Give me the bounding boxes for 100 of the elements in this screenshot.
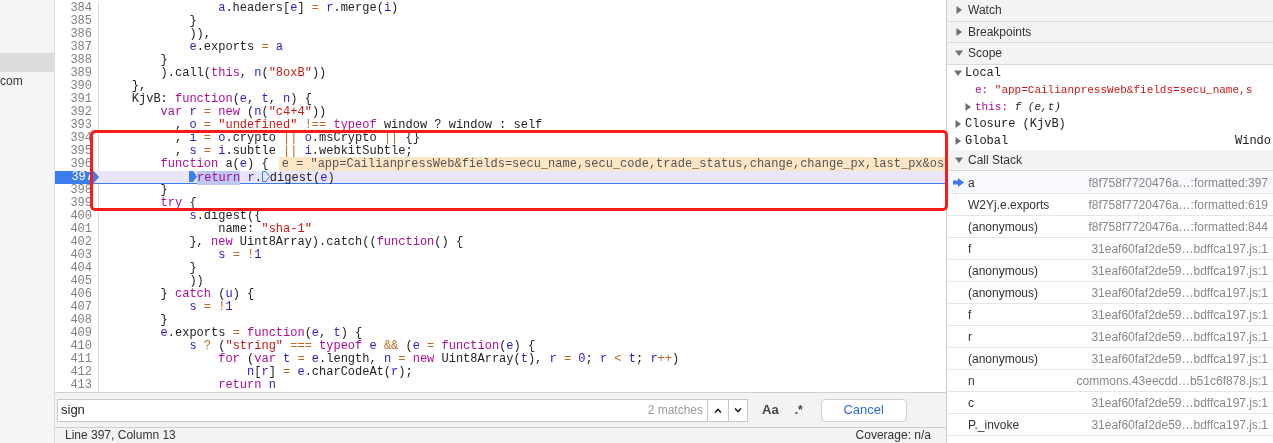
code-token: =: [283, 365, 292, 379]
call-stack-frame[interactable]: (anonymous) f8f758f7720476a…:formatted:844: [947, 216, 1273, 238]
search-field[interactable]: sign 2 matches: [57, 398, 708, 422]
scope-label[interactable]: Local: [965, 64, 1001, 82]
regex-button[interactable]: .*: [794, 401, 803, 419]
code-token: a: [217, 1, 226, 15]
call-stack-frame[interactable]: P._invoke 31eaf60faf2de59…bdffca197.js:1: [947, 414, 1273, 436]
code-token: },: [130, 79, 147, 93]
line-number: 391: [55, 93, 99, 106]
collapsed-triangle-icon[interactable]: [954, 137, 962, 145]
cancel-button[interactable]: Cancel: [820, 398, 907, 422]
frame-location: 31eaf60faf2de59…bdffca197.js:1: [1091, 328, 1268, 346]
call-stack-frame[interactable]: a f8f758f7720476a…:formatted:397: [947, 172, 1273, 194]
match-case-button[interactable]: Aa: [762, 400, 779, 420]
code-token: }: [159, 183, 168, 197]
code-token: this: [211, 66, 240, 80]
code-token: )),: [188, 27, 212, 41]
code-token: function: [159, 157, 220, 171]
section-header[interactable]: Watch: [947, 0, 1273, 22]
code-token: ||: [283, 144, 299, 158]
code-token: )): [311, 66, 327, 80]
code-token: )): [311, 105, 327, 119]
next-match-button[interactable]: [728, 398, 748, 422]
code-token: .exports: [167, 326, 227, 340]
code-token: );: [398, 365, 413, 379]
frame-location: f8f758f7720476a…:formatted:619: [1088, 196, 1268, 214]
section-title: Watch: [968, 2, 1002, 20]
code-token: =: [427, 339, 436, 353]
code-token: ,: [247, 92, 256, 106]
breakpoint-marker-icon[interactable]: [261, 171, 270, 182]
call-stack-frame[interactable]: r 31eaf60faf2de59…bdffca197.js:1: [947, 326, 1273, 348]
call-stack-frame[interactable]: f 31eaf60faf2de59…bdffca197.js:1: [947, 238, 1273, 260]
code-token: function: [175, 92, 233, 106]
code-token: .headers[: [225, 1, 291, 15]
code-token: .length,: [319, 352, 378, 366]
code-token: 0: [578, 352, 586, 366]
scope-variable[interactable]: this: f (e,t): [975, 98, 1061, 116]
code-token: 1: [254, 248, 262, 262]
previous-match-button[interactable]: [708, 398, 728, 422]
search-input[interactable]: sign: [61, 400, 648, 420]
code-token: "8oxB": [268, 66, 312, 80]
code-token: = !: [232, 248, 255, 262]
call-stack-frame[interactable]: (anonymous) 31eaf60faf2de59…bdffca197.js:1: [947, 260, 1273, 282]
scope-label[interactable]: Closure (KjvB): [965, 115, 1066, 133]
collapsed-triangle-icon[interactable]: [955, 27, 963, 36]
call-stack-frame[interactable]: (anonymous) 31eaf60faf2de59…bdffca197.js:1: [947, 348, 1273, 370]
code-token: typeof: [319, 339, 364, 353]
call-stack-frame[interactable]: n commons.43eecdd…b51c6f878.js:1: [947, 370, 1273, 392]
scope-variable[interactable]: e: "app=CailianpressWeb&fields=secu_name,s: [975, 81, 1253, 99]
call-stack-frame[interactable]: (anonymous) 31eaf60faf2de59…bdffca197.js:1: [947, 282, 1273, 304]
code-token: digest(: [269, 171, 321, 185]
section-header[interactable]: Call Stack: [947, 149, 1273, 171]
line-number: 393: [55, 119, 99, 132]
code-token: 1: [225, 300, 233, 314]
section-header[interactable]: Scope: [947, 43, 1273, 65]
frame-location: f8f758f7720476a…:formatted:397: [1088, 174, 1268, 192]
code-token: s: [188, 209, 197, 223]
code-token: e: [412, 339, 421, 353]
code-token: a: [275, 40, 284, 54]
code-token: =: [311, 1, 321, 15]
code-token: ) {: [232, 287, 255, 301]
code-token: i: [218, 144, 226, 158]
expanded-triangle-icon[interactable]: [955, 49, 963, 58]
frame-name: f: [968, 240, 972, 258]
code-token: =: [398, 352, 407, 366]
code-token: )): [188, 274, 204, 288]
expanded-triangle-icon[interactable]: [955, 155, 963, 164]
call-stack-frame[interactable]: W2Yj.e.exports f8f758f7720476a…:formatted:619: [947, 194, 1273, 216]
code-token: ,: [268, 92, 277, 106]
code-token: (: [261, 105, 269, 119]
code-token: ]: [297, 1, 306, 15]
code-token: var: [254, 352, 277, 366]
call-stack-frame[interactable]: f 31eaf60faf2de59…bdffca197.js:1: [947, 304, 1273, 326]
code-token: function: [441, 339, 500, 353]
file-item[interactable]: com: [0, 72, 54, 91]
code-token: t: [628, 352, 636, 366]
frame-name: a: [968, 174, 975, 192]
line-number: 409: [55, 327, 99, 340]
code-token: ,: [174, 144, 184, 158]
call-stack-frame[interactable]: c 31eaf60faf2de59…bdffca197.js:1: [947, 392, 1273, 414]
code-token: =: [203, 118, 213, 132]
code-token: function: [376, 235, 435, 249]
collapsed-triangle-icon[interactable]: [955, 6, 963, 15]
collapsed-triangle-icon[interactable]: [954, 120, 962, 128]
expanded-triangle-icon[interactable]: [954, 69, 962, 77]
code-token: ) {: [290, 92, 312, 106]
code-token: new: [218, 105, 241, 119]
line-number: 408: [55, 314, 99, 327]
line-number: 400: [55, 210, 99, 223]
collapsed-triangle-icon[interactable]: [964, 103, 972, 111]
scope-label[interactable]: Global: [965, 132, 1009, 150]
code-token: !==: [304, 118, 328, 132]
code-token: new: [412, 352, 436, 366]
frame-location: 31eaf60faf2de59…bdffca197.js:1: [1091, 306, 1268, 324]
code-token: r: [261, 365, 269, 379]
cursor-position: Line 397, Column 13: [65, 428, 176, 443]
frame-name: c: [968, 394, 974, 412]
section-header[interactable]: Breakpoints: [947, 21, 1273, 43]
code-token: try: [159, 196, 184, 210]
code-token: t: [520, 352, 528, 366]
